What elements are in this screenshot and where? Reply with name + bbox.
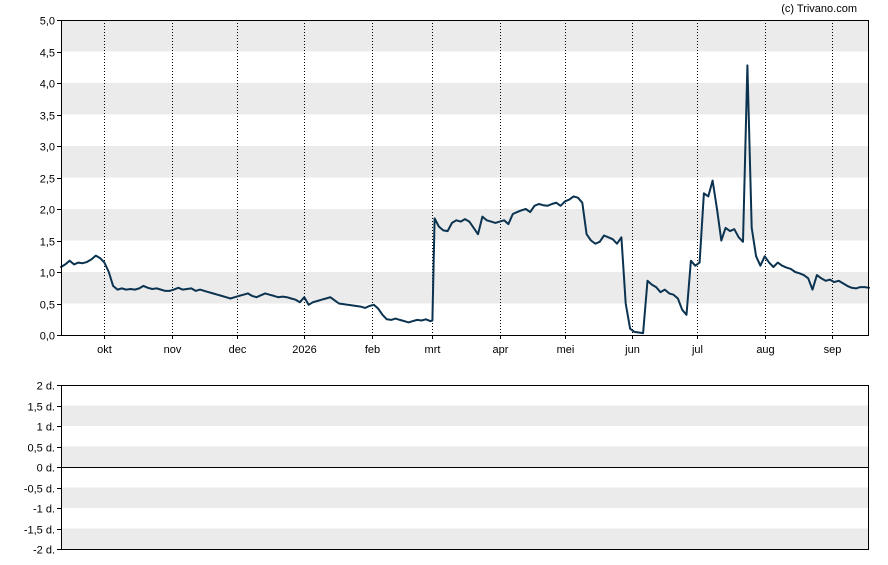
y-tick-label: -1 d. [33, 504, 55, 516]
grid-band [61, 146, 869, 178]
y-tick-label: 2,0 [40, 205, 55, 217]
grid-band [61, 528, 869, 549]
y-tick-label: -0,5 d. [24, 484, 55, 496]
y-tick-label: 0,5 [40, 300, 55, 312]
grid-band [61, 209, 869, 241]
x-tick-label: dec [229, 344, 247, 356]
chart-container: (c) Trivano.com okt nov dec 2026 feb mrt apr me… [0, 0, 888, 565]
y-tick-label: 1 d. [37, 422, 55, 434]
secondary-chart: 2 d. 1,5 d. 1 d. 0,5 d. 0 d. -0,5 d. -1 d. -1,5… [24, 381, 869, 557]
x-tick-label: mrt [425, 344, 441, 356]
grid-band [61, 405, 869, 426]
grid-band [61, 272, 869, 304]
x-tick-label: mei [557, 344, 575, 356]
y-tick-label: 1,0 [40, 268, 55, 280]
x-tick-label: sep [824, 344, 842, 356]
y-tick-label: 3,5 [40, 111, 55, 123]
x-tick-label: feb [365, 344, 380, 356]
x-tick-label: apr [493, 344, 509, 356]
x-tick-label: nov [164, 344, 182, 356]
y-tick-label: 2,5 [40, 174, 55, 186]
y-tick-label: 5,0 [40, 16, 55, 28]
credit-text: (c) Trivano.com [781, 3, 857, 15]
y-tick-label: 4,0 [40, 79, 55, 91]
y-tick-label: 1,5 d. [27, 402, 55, 414]
grid-band [61, 487, 869, 508]
main-price-chart: okt nov dec 2026 feb mrt apr mei jun jul aug sep 0,0… [40, 16, 870, 356]
x-tick-label: okt [97, 344, 112, 356]
x-tick-label: jun [624, 344, 640, 356]
grid-band [61, 20, 869, 52]
y-tick-label: -1,5 d. [24, 525, 55, 537]
y-tick-label: 0,0 [40, 331, 55, 343]
y-tick-label: 0 d. [37, 463, 55, 475]
y-tick-label: 1,5 [40, 237, 55, 249]
chart-svg: (c) Trivano.com okt nov dec 2026 feb mrt apr me… [24, 3, 870, 557]
y-tick-label: 3,0 [40, 142, 55, 154]
x-tick-label: aug [756, 344, 774, 356]
y-tick-label: 0,5 d. [27, 443, 55, 455]
x-tick-label: jul [691, 344, 703, 356]
y-tick-label: -2 d. [33, 545, 55, 557]
y-tick-label: 4,5 [40, 48, 55, 60]
y-tick-label: 2 d. [37, 381, 55, 393]
x-tick-label: 2026 [292, 344, 316, 356]
grid-band [61, 446, 869, 467]
